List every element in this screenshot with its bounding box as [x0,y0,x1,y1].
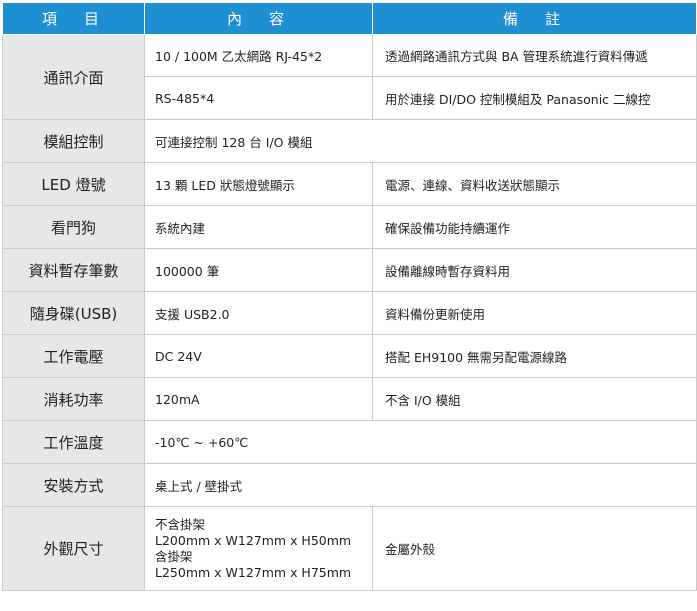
table-row: 隨身碟(USB) 支援 USB2.0 資料備份更新使用 [2,291,697,335]
row-label: 工作電壓 [2,334,145,378]
row-label: 資料暫存筆數 [2,248,145,292]
table-row: 消耗功率 120mA 不含 I/O 模組 [2,377,697,421]
row-label: 看門狗 [2,205,145,249]
row-note: 確保設備功能持續運作 [372,205,697,249]
row-note: 資料備份更新使用 [372,291,697,335]
row-note: 透過網路通訊方式與 BA 管理系統進行資料傳遞 [372,34,697,77]
row-label: 工作溫度 [2,420,145,464]
row-content: 不含掛架 L200mm x W127mm x H50mm 含掛架 L250mm … [144,506,373,591]
spec-table-container: 項 目 內 容 備 註 通訊介面 10 / 100M 乙太網路 RJ-45*2 … [0,0,697,611]
dimension-line: L250mm x W127mm x H75mm [155,564,352,580]
row-note: 電源、連線、資料收送狀態顯示 [372,162,697,206]
row-label: 安裝方式 [2,463,145,507]
dimension-line: 不含掛架 [155,516,206,532]
row-content: 10 / 100M 乙太網路 RJ-45*2 [144,34,373,77]
table-row: 工作溫度 -10℃ ~ +60℃ [2,420,697,464]
row-content: DC 24V [144,334,373,378]
table-row: 資料暫存筆數 100000 筆 設備離線時暫存資料用 [2,248,697,292]
row-content: 支援 USB2.0 [144,291,373,335]
table-row: 外觀尺寸 不含掛架 L200mm x W127mm x H50mm 含掛架 L2… [2,506,697,591]
row-note: 金屬外殼 [372,506,697,591]
row-content: -10℃ ~ +60℃ [144,420,697,464]
header-item: 項 目 [2,2,145,35]
table-row: 看門狗 系統內建 確保設備功能持續運作 [2,205,697,249]
dimension-line: 含掛架 [155,548,193,564]
row-content: 系統內建 [144,205,373,249]
row-label: 消耗功率 [2,377,145,421]
header-note: 備 註 [372,2,697,35]
row-label: 通訊介面 [2,34,145,120]
table-row: 安裝方式 桌上式 / 壁掛式 [2,463,697,507]
row-label: LED 燈號 [2,162,145,206]
row-label: 隨身碟(USB) [2,291,145,335]
row-note: 不含 I/O 模組 [372,377,697,421]
row-content: 120mA [144,377,373,421]
row-content: 13 顆 LED 狀態燈號顯示 [144,162,373,206]
row-label: 外觀尺寸 [2,506,145,591]
table-row: 模組控制 可連接控制 128 台 I/O 模組 [2,119,697,163]
dimension-line: L200mm x W127mm x H50mm [155,532,352,548]
row-note: 用於連接 DI/DO 控制模組及 Panasonic 二線控 [372,76,697,120]
row-content: RS-485*4 [144,76,373,120]
table-row: LED 燈號 13 顆 LED 狀態燈號顯示 電源、連線、資料收送狀態顯示 [2,162,697,206]
row-content: 100000 筆 [144,248,373,292]
header-content: 內 容 [144,2,373,35]
table-header-row: 項 目 內 容 備 註 [2,2,697,35]
row-label: 模組控制 [2,119,145,163]
table-row: 工作電壓 DC 24V 搭配 EH9100 無需另配電源線路 [2,334,697,378]
row-content: 可連接控制 128 台 I/O 模組 [144,119,697,163]
spec-table: 項 目 內 容 備 註 通訊介面 10 / 100M 乙太網路 RJ-45*2 … [2,2,697,591]
table-row: 通訊介面 10 / 100M 乙太網路 RJ-45*2 透過網路通訊方式與 BA… [2,34,697,120]
row-content: 桌上式 / 壁掛式 [144,463,697,507]
row-note: 搭配 EH9100 無需另配電源線路 [372,334,697,378]
row-note: 設備離線時暫存資料用 [372,248,697,292]
